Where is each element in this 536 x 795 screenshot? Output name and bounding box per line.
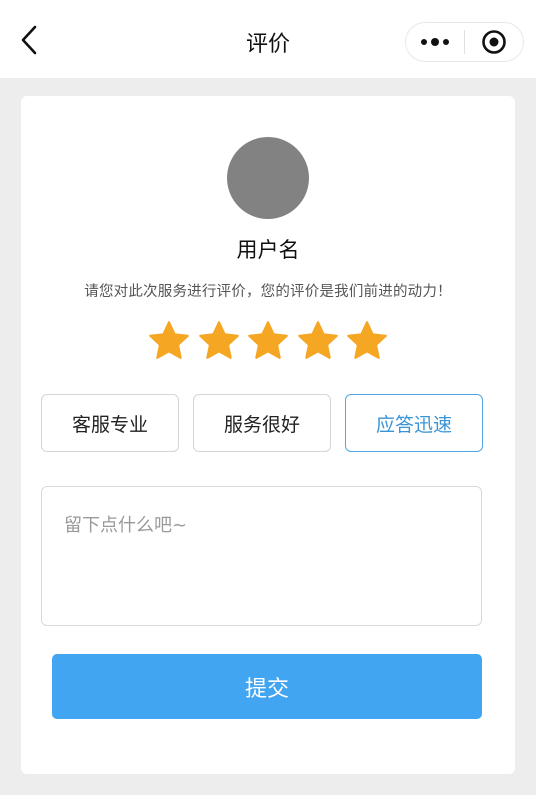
more-button[interactable] <box>406 23 464 61</box>
tag-professional-service[interactable]: 客服专业 <box>41 394 179 452</box>
tag-good-service[interactable]: 服务很好 <box>193 394 331 452</box>
avatar <box>227 137 309 219</box>
review-card: 用户名 请您对此次服务进行评价，您的评价是我们前进的动力！ 客服专业 服务很好 … <box>21 96 515 774</box>
navigation-bar: 评价 <box>0 0 536 78</box>
star-icon[interactable] <box>246 319 290 363</box>
target-circle-icon <box>482 30 506 54</box>
close-program-button[interactable] <box>465 23 523 61</box>
star-icon[interactable] <box>197 319 241 363</box>
star-icon[interactable] <box>296 319 340 363</box>
back-button[interactable] <box>14 22 44 58</box>
more-dots-icon <box>421 38 449 46</box>
username: 用户名 <box>236 238 300 262</box>
star-icon[interactable] <box>345 319 389 363</box>
comment-textarea[interactable]: 留下点什么吧~ <box>41 486 482 626</box>
submit-button[interactable]: 提交 <box>52 654 482 719</box>
chevron-left-icon <box>21 25 37 55</box>
star-icon[interactable] <box>147 319 191 363</box>
tag-quick-response[interactable]: 应答迅速 <box>345 394 483 452</box>
mini-program-capsule <box>405 22 524 62</box>
rating-prompt: 请您对此次服务进行评价，您的评价是我们前进的动力！ <box>84 284 452 300</box>
star-rating <box>147 318 389 364</box>
